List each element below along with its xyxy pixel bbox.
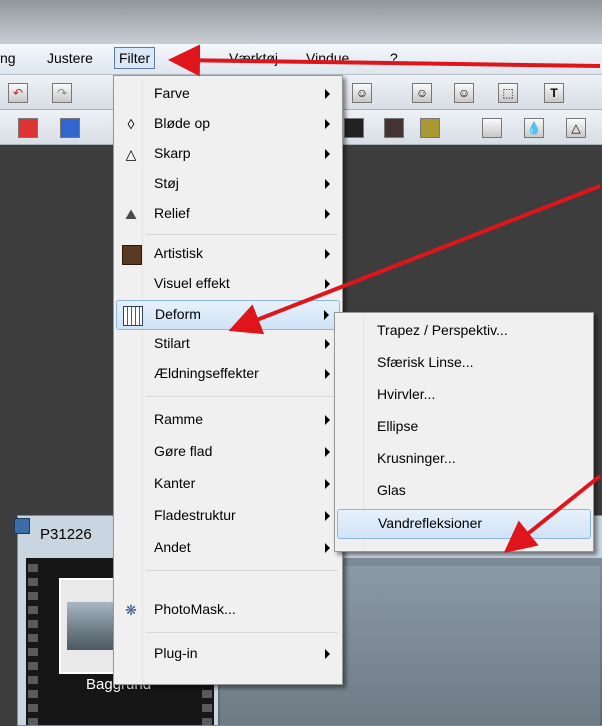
menu-separator [146,570,338,571]
submenu-arrow-icon [325,89,330,99]
menu-item-deform[interactable]: Deform [116,300,340,330]
gradient-icon[interactable] [482,118,502,138]
menu-item-plug-in[interactable]: Plug-in [116,640,340,668]
pattern-dark-icon[interactable] [344,118,364,138]
menu-justere[interactable]: Justere [47,50,93,66]
menu-item-sfaerisk-linse[interactable]: Sfærisk Linse... [337,349,591,377]
tool-figure-icon[interactable]: ☺ [352,83,372,103]
submenu-arrow-icon [325,415,330,425]
selection-icon[interactable]: ⬚ [498,83,518,103]
pattern-gold-icon[interactable] [420,118,440,138]
drop-icon[interactable]: 💧 [524,118,544,138]
document-title: P31226 [40,526,92,543]
submenu-arrow-icon [325,447,330,457]
submenu-arrow-icon [325,339,330,349]
menu-item-visuel-effekt[interactable]: Visuel effekt [116,270,340,298]
menu-separator [146,396,338,397]
menu-separator [146,234,338,235]
menu-item-stoej[interactable]: Støj [116,170,340,198]
menu-item-krusninger[interactable]: Krusninger... [337,445,591,473]
grid-icon [123,306,143,326]
tool-photo-icon[interactable]: ☺ [412,83,432,103]
submenu-arrow-icon [325,369,330,379]
filter-menu: Farve ◊ Bløde op △ Skarp Støj ⛰ Relief Arti… [113,75,343,685]
menu-image[interactable]: ng [0,50,16,66]
menu-item-goere-flad[interactable]: Gøre flad [116,438,340,466]
deform-submenu: Trapez / Perspektiv... Sfærisk Linse... … [334,312,594,552]
film-holes-left [28,558,38,725]
menu-item-artistisk[interactable]: Artistisk [116,240,340,268]
menu-item-kanter[interactable]: Kanter [116,470,340,498]
menu-item-ramme[interactable]: Ramme [116,406,340,434]
submenu-arrow-icon [325,209,330,219]
text-tool-icon[interactable]: T [544,83,564,103]
menu-item-bloede-op[interactable]: ◊ Bløde op [116,110,340,138]
menu-item-andet[interactable]: Andet [116,534,340,562]
submenu-arrow-icon [325,179,330,189]
menu-help[interactable]: ? [390,50,398,66]
submenu-arrow-icon [325,119,330,129]
triangle-icon: △ [125,146,137,162]
drop-icon: ◊ [127,116,135,132]
menu-bar: ng Justere Filter s Værktøj Vindue ? [0,44,602,75]
window-title-area [0,0,602,44]
color-plus-icon[interactable] [60,118,80,138]
menu-item-hvirvler[interactable]: Hvirvler... [337,381,591,409]
document-icon [14,518,30,534]
submenu-arrow-icon [325,649,330,659]
menu-item-glas[interactable]: Glas [337,477,591,505]
photomask-icon: ❋ [125,602,137,618]
menu-item-fladestruktur[interactable]: Fladestruktur [116,502,340,530]
submenu-arrow-icon [324,310,329,320]
menu-filter[interactable]: Filter [114,47,156,69]
menu-item-vandrefleksioner[interactable]: Vandrefleksioner [337,509,591,539]
submenu-arrow-icon [325,479,330,489]
submenu-arrow-icon [325,511,330,521]
menu-item-aeldningseffekter[interactable]: Ældningseffekter [116,360,340,388]
menu-item-photomask[interactable]: ❋ PhotoMask... [116,596,340,624]
pattern-brown-icon[interactable] [384,118,404,138]
menu-vindue[interactable]: Vindue [306,50,349,66]
mona-lisa-icon [122,245,142,265]
undo-icon[interactable]: ↶ [8,83,28,103]
color-minus-icon[interactable] [18,118,38,138]
menu-separator [146,632,338,633]
menu-item-farve[interactable]: Farve [116,80,340,108]
menu-item-skarp[interactable]: △ Skarp [116,140,340,168]
menu-vaerktoej[interactable]: Værktøj [229,50,278,66]
relief-icon: ⛰ [125,206,137,222]
submenu-arrow-icon [325,249,330,259]
sharpen-icon[interactable]: △ [566,118,586,138]
submenu-arrow-icon [325,149,330,159]
submenu-arrow-icon [325,279,330,289]
menu-item-relief[interactable]: ⛰ Relief [116,200,340,228]
menu-item-trapez-perspektiv[interactable]: Trapez / Perspektiv... [337,317,591,345]
tool-portrait-icon[interactable]: ☺ [454,83,474,103]
submenu-arrow-icon [325,543,330,553]
menu-effects[interactable]: s [176,50,183,66]
menu-item-stilart[interactable]: Stilart [116,330,340,358]
menu-item-ellipse[interactable]: Ellipse [337,413,591,441]
redo-icon[interactable]: ↷ [52,83,72,103]
